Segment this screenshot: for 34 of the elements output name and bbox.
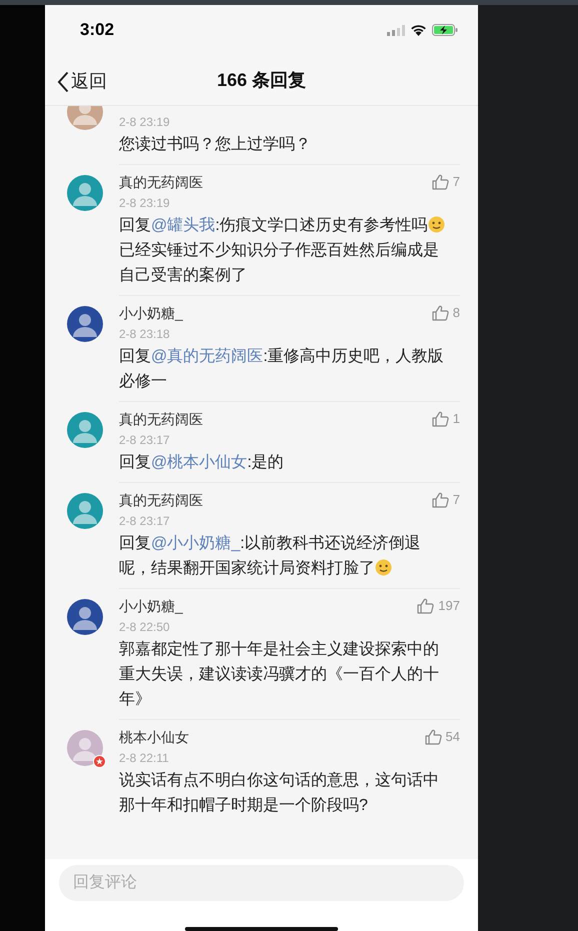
- username[interactable]: 桃本小仙女: [119, 726, 189, 748]
- username[interactable]: 小小奶糖_: [119, 596, 183, 616]
- mention-link[interactable]: @桃本小仙女: [151, 454, 248, 471]
- comment-text: 回复@罐头我:伤痕文学口述历史有参考性吗 已经实锤过不少知识分子作恶百姓然后编成是自己受害的案例了: [119, 213, 449, 288]
- like-button[interactable]: 7: [432, 490, 460, 510]
- username[interactable]: 小小奶糖_: [119, 302, 183, 324]
- reply-field[interactable]: 回复评论: [59, 865, 464, 901]
- comment-time: 2-8 23:19: [119, 114, 171, 131]
- like-button[interactable]: 197: [417, 596, 460, 616]
- comment-time: 2-8 23:17: [119, 432, 171, 449]
- username[interactable]: 真的无药阔医: [119, 408, 203, 430]
- status-time: 3:02: [80, 19, 114, 42]
- comment-text: 回复@桃本小仙女:是的: [119, 452, 285, 473]
- comment-text: 回复@真的无药阔医:重修高中历史吧，人教版必修一: [119, 346, 445, 392]
- comment-time: 2-8 23:18: [119, 326, 171, 343]
- comment-time: 2-8 23:17: [119, 513, 171, 530]
- comment-time: 2-8 22:50: [119, 619, 171, 636]
- comment-time: 2-8 22:11: [119, 750, 170, 767]
- username[interactable]: 真的无药阔医: [119, 172, 203, 192]
- like-button[interactable]: 7: [432, 172, 460, 192]
- like-button[interactable]: 54: [424, 727, 460, 747]
- mention-link[interactable]: @小小奶糖_: [151, 535, 240, 552]
- page-title: 166 条回复: [216, 68, 306, 92]
- comment-time: 2-8 23:19: [119, 195, 171, 212]
- mention-link[interactable]: @罐头我: [151, 217, 216, 234]
- comment-text: 说实话有点不明白你这句话的意思，这句话中那十年和扣帽子时期是一个阶段吗?: [119, 770, 440, 816]
- like-button[interactable]: 1: [432, 409, 460, 429]
- comment-text: 回复@小小奶糖_:以前教科书还说经济倒退呢，结果翻开国家统计局资料打脸了: [119, 534, 422, 579]
- like-button[interactable]: 8: [432, 303, 460, 323]
- mention-link[interactable]: @真的无药阔医: [151, 348, 264, 365]
- comment-text: 您读过书吗？您上过学吗？: [119, 134, 312, 155]
- username[interactable]: 真的无药阔医: [119, 490, 203, 510]
- comment-text: 郭嘉都定性了那十年是社会主义建设探索中的重大失误，建议读读冯骥才的《一百个人的十年》: [119, 640, 440, 710]
- back-button[interactable]: 返回: [57, 68, 107, 95]
